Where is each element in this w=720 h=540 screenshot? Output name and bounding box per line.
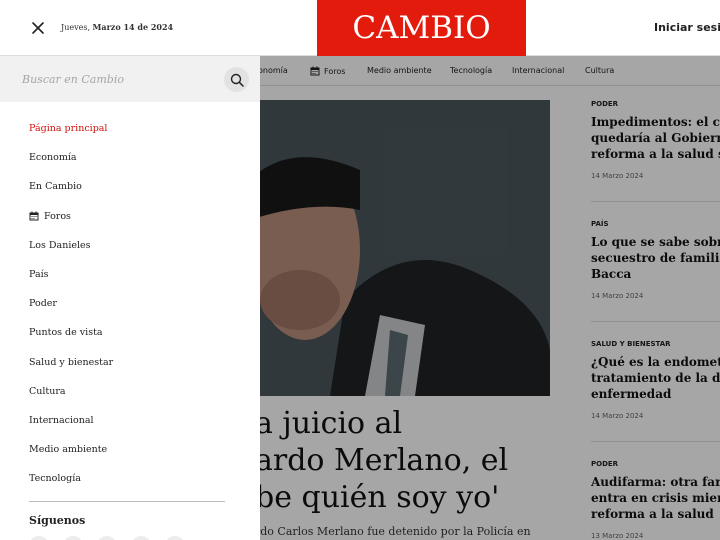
menu-item-medio-ambiente[interactable]: Medio ambiente (29, 435, 239, 464)
menu-item-en-cambio[interactable]: En Cambio (29, 172, 239, 201)
cambio-logo[interactable]: CAMBIO (317, 0, 526, 56)
search-bar (0, 56, 260, 102)
top-header: Jueves, Marzo 14 de 2024 CAMBIO Iniciar … (0, 0, 720, 56)
menu-item-pagina-principal[interactable]: Página principal (29, 114, 239, 143)
menu-item-tecnologia[interactable]: Tecnología (29, 464, 239, 493)
search-input[interactable] (22, 67, 217, 91)
close-menu-button[interactable] (26, 16, 50, 40)
search-icon (230, 73, 244, 87)
page-dim-overlay[interactable] (260, 56, 720, 540)
menu-item-foros[interactable]: Foros (29, 202, 239, 231)
current-date: Jueves, Marzo 14 de 2024 (61, 22, 174, 32)
menu-item-poder[interactable]: Poder (29, 289, 239, 318)
menu-item-puntos-de-vista[interactable]: Puntos de vista (29, 318, 239, 347)
drawer-menu-list: Página principal Economía En Cambio Foro… (29, 114, 239, 493)
social-icon[interactable] (165, 536, 185, 540)
social-links (29, 536, 229, 540)
social-icon[interactable] (131, 536, 151, 540)
menu-item-pais[interactable]: País (29, 260, 239, 289)
side-drawer-menu: Página principal Economía En Cambio Foro… (0, 56, 260, 540)
menu-item-internacional[interactable]: Internacional (29, 406, 239, 435)
search-button[interactable] (224, 67, 249, 92)
menu-item-salud-y-bienestar[interactable]: Salud y bienestar (29, 348, 239, 377)
social-icon[interactable] (63, 536, 83, 540)
social-icon[interactable] (97, 536, 117, 540)
menu-item-cultura[interactable]: Cultura (29, 377, 239, 406)
follow-us-heading: Síguenos (29, 514, 86, 527)
social-icon[interactable] (29, 536, 49, 540)
login-link[interactable]: Iniciar sesión (654, 21, 720, 34)
menu-item-label: Foros (44, 210, 71, 222)
menu-item-los-danieles[interactable]: Los Danieles (29, 231, 239, 260)
calendar-icon (29, 211, 39, 221)
drawer-divider (29, 501, 225, 502)
close-icon (32, 22, 44, 34)
menu-item-economia[interactable]: Economía (29, 143, 239, 172)
